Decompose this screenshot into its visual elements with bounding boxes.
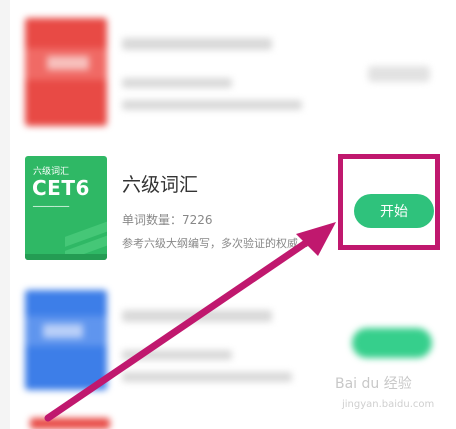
book-word-count: 单词数量：7226 xyxy=(122,213,213,227)
watermark-url: jingyan.baidu.com xyxy=(342,399,435,410)
cover-bottom-bar xyxy=(25,254,107,260)
highlight-annotation-box xyxy=(338,154,440,250)
blurred-word-count xyxy=(122,78,232,88)
watermark-logo: Bai du 经验 xyxy=(335,376,412,392)
book-cover-partial xyxy=(30,418,110,429)
blurred-title xyxy=(122,38,272,50)
blurred-status-chip xyxy=(368,66,430,82)
blurred-action-button[interactable] xyxy=(352,328,432,358)
blurred-description xyxy=(122,100,302,110)
cover-big-title: CET6 xyxy=(32,176,90,200)
blurred-title xyxy=(122,310,272,322)
cover-subtitle-lines: ━━━━━━━━━━━━ xyxy=(33,204,70,210)
book-cover-cet6: 六级词汇 CET6 ━━━━━━━━━━━━ xyxy=(25,156,107,260)
book-cover-blue xyxy=(25,290,107,390)
book-description: 参考六级大纲编写，多次验证的权威... xyxy=(122,237,309,250)
left-edge-strip xyxy=(0,0,10,429)
book-title: 六级词汇 xyxy=(122,174,199,196)
book-cover-red xyxy=(25,18,107,126)
blurred-description xyxy=(122,372,292,382)
blurred-word-count xyxy=(122,350,232,360)
